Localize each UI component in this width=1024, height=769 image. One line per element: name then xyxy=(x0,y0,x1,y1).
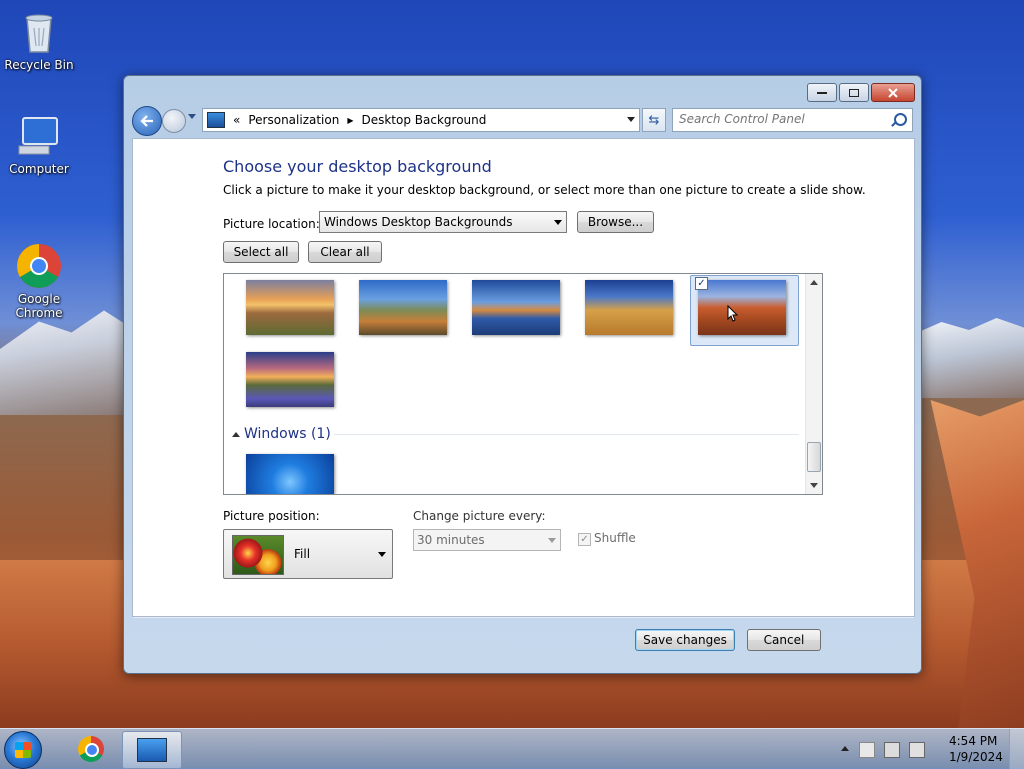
close-button[interactable] xyxy=(871,83,915,102)
clear-all-button[interactable]: Clear all xyxy=(308,241,382,263)
close-icon xyxy=(888,87,898,98)
page-title: Choose your desktop background xyxy=(223,157,492,176)
cancel-button[interactable]: Cancel xyxy=(747,629,821,651)
maximize-icon xyxy=(849,88,859,97)
caption-buttons xyxy=(807,83,915,102)
computer-icon xyxy=(15,112,63,160)
recycle-bin-icon xyxy=(15,8,63,56)
wallpaper-thumbnail-sea-rock[interactable] xyxy=(472,280,560,335)
back-button[interactable] xyxy=(132,106,162,136)
taskbar: 4:54 PM 1/9/2024 xyxy=(0,728,1024,769)
fill-preview-icon xyxy=(232,535,284,575)
navigation-bar: « Personalization ▶ Desktop Background ⇆ xyxy=(132,106,913,136)
desktop-wallpaper-mountains-right xyxy=(914,318,1024,398)
thumbnail-checkbox[interactable]: ✓ xyxy=(695,277,708,290)
action-center-icon[interactable] xyxy=(859,742,875,758)
clock-time[interactable]: 4:54 PM xyxy=(949,734,997,748)
wallpaper-thumbnail-sunset-field[interactable] xyxy=(246,280,334,335)
search-icon[interactable] xyxy=(894,113,907,126)
minimize-button[interactable] xyxy=(807,83,837,102)
footer-divider xyxy=(133,617,914,618)
shuffle-label: Shuffle xyxy=(594,531,636,545)
address-bar[interactable]: « Personalization ▶ Desktop Background xyxy=(202,108,640,132)
wallpaper-thumbnail-lake-flowers[interactable] xyxy=(246,352,334,407)
control-panel-icon xyxy=(207,112,225,128)
wallpaper-thumbnail-hay-bale[interactable] xyxy=(585,280,673,335)
taskbar-control-panel[interactable] xyxy=(122,731,182,769)
breadcrumb-separator-icon[interactable]: ▶ xyxy=(347,116,353,125)
start-button[interactable] xyxy=(4,731,42,769)
recent-pages-chevron-icon[interactable] xyxy=(188,114,196,119)
wallpaper-thumbnail-lighthouse[interactable] xyxy=(359,280,447,335)
desktop-background-panel: Choose your desktop background Click a p… xyxy=(132,138,915,618)
show-hidden-icons-icon[interactable] xyxy=(841,746,849,751)
minimize-icon xyxy=(817,91,827,94)
computer-label: Computer xyxy=(9,162,69,176)
chevron-down-icon xyxy=(548,538,556,543)
chevron-down-icon xyxy=(554,220,562,225)
windows-group-header[interactable]: Windows (1) xyxy=(244,426,331,442)
picture-position-dropdown[interactable]: Fill xyxy=(223,529,393,579)
breadcrumb-overflow[interactable]: « xyxy=(233,113,240,127)
breadcrumb-desktop-background[interactable]: Desktop Background xyxy=(361,113,486,127)
picture-gallery: ✓ Windows (1) xyxy=(223,273,823,495)
shuffle-checkbox[interactable]: ✓ xyxy=(578,533,591,546)
search-box[interactable] xyxy=(672,108,913,132)
system-tray: 4:54 PM 1/9/2024 xyxy=(839,729,1024,769)
clock-date[interactable]: 1/9/2024 xyxy=(949,750,1003,764)
back-arrow-icon xyxy=(140,115,153,127)
network-icon[interactable] xyxy=(884,742,900,758)
control-panel-icon xyxy=(137,738,167,762)
chevron-down-icon xyxy=(378,552,386,557)
picture-position-label: Picture position: xyxy=(223,509,320,523)
chrome-label: Google Chrome xyxy=(15,292,63,320)
forward-button[interactable] xyxy=(162,109,186,133)
chrome-icon xyxy=(15,228,63,288)
change-interval-value: 30 minutes xyxy=(417,533,485,547)
desktop-icon-computer[interactable]: Computer xyxy=(1,112,77,176)
maximize-button[interactable] xyxy=(839,83,869,102)
page-description: Click a picture to make it your desktop … xyxy=(223,183,866,197)
picture-location-value: Windows Desktop Backgrounds xyxy=(324,215,513,229)
browse-button[interactable]: Browse... xyxy=(577,211,654,233)
windows-logo-icon xyxy=(15,742,31,758)
group-divider xyxy=(334,434,799,435)
scrollbar-thumb[interactable] xyxy=(807,442,821,472)
scroll-up-icon[interactable] xyxy=(810,280,818,285)
refresh-button[interactable]: ⇆ xyxy=(642,108,666,132)
chrome-icon xyxy=(78,736,104,762)
select-all-button[interactable]: Select all xyxy=(223,241,299,263)
taskbar-chrome[interactable] xyxy=(60,731,118,767)
picture-location-label: Picture location: xyxy=(223,217,320,231)
wallpaper-thumbnail-delicate-arch[interactable] xyxy=(698,280,786,335)
breadcrumb-personalization[interactable]: Personalization xyxy=(248,113,339,127)
collapse-triangle-icon[interactable] xyxy=(232,432,240,437)
search-input[interactable] xyxy=(673,109,879,129)
picture-position-value: Fill xyxy=(294,547,311,561)
control-panel-window: « Personalization ▶ Desktop Background ⇆… xyxy=(123,75,922,674)
desktop-icon-recycle-bin[interactable]: Recycle Bin xyxy=(1,8,77,72)
volume-muted-icon[interactable] xyxy=(909,742,925,758)
show-desktop-button[interactable] xyxy=(1009,729,1024,769)
address-dropdown-icon[interactable] xyxy=(627,117,635,122)
scroll-down-icon[interactable] xyxy=(810,483,818,488)
refresh-icon: ⇆ xyxy=(648,112,660,128)
change-picture-label: Change picture every: xyxy=(413,509,546,523)
gallery-scrollbar[interactable] xyxy=(805,274,822,494)
change-interval-select[interactable]: 30 minutes xyxy=(413,529,561,551)
mouse-cursor-icon xyxy=(727,305,739,322)
recycle-bin-label: Recycle Bin xyxy=(4,58,74,72)
wallpaper-thumbnail-windows-logo[interactable] xyxy=(246,454,334,494)
desktop-icon-google-chrome[interactable]: Google Chrome xyxy=(1,214,77,334)
picture-location-select[interactable]: Windows Desktop Backgrounds xyxy=(319,211,567,233)
save-changes-button[interactable]: Save changes xyxy=(635,629,735,651)
